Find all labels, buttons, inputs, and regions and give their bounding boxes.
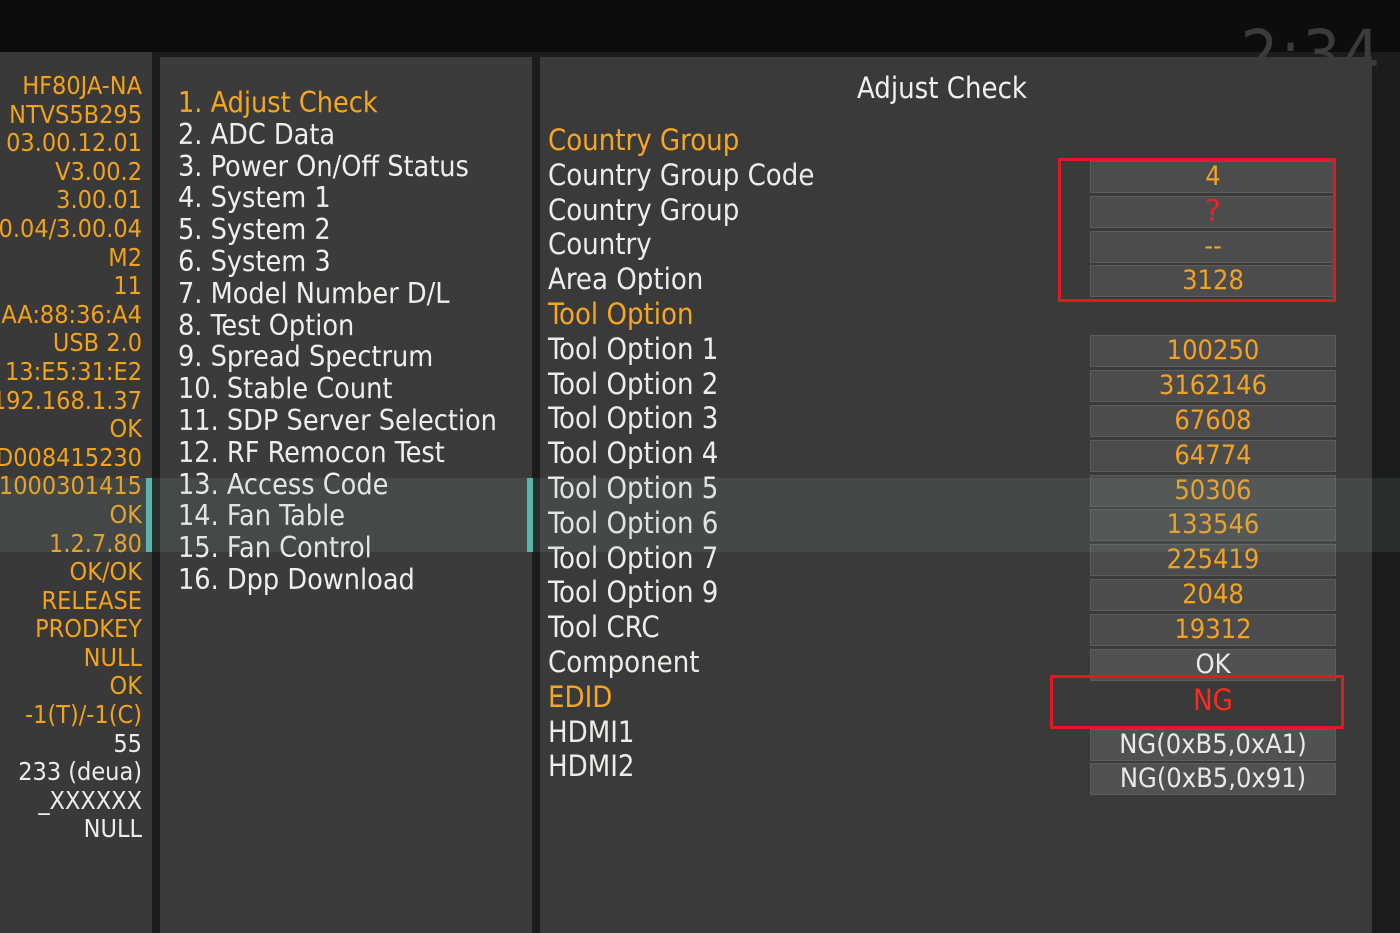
annotation-box-country: [1058, 158, 1336, 302]
field-label: HDMI2: [548, 749, 635, 784]
field-label: Tool Option 5: [548, 470, 719, 505]
field-label: Area Option: [548, 262, 704, 297]
service-menu: 1. Adjust Check 2. ADC Data 3. Power On/…: [178, 87, 497, 596]
selection-edge: [146, 478, 152, 552]
menu-item-adjust-check[interactable]: 1. Adjust Check: [178, 87, 497, 119]
field-label: Tool Option 4: [548, 436, 719, 471]
tool-option-1-value: 100250: [1090, 335, 1336, 367]
field-label: Country: [548, 227, 652, 262]
info-value: OK: [109, 414, 142, 444]
info-list: HF80JA-NA NTVS5B295 03.00.12.01 V3.00.2 …: [0, 71, 142, 844]
field-labels: Country Group Country Group Code Country…: [548, 123, 814, 784]
menu-item-system-3[interactable]: 6. System 3: [178, 246, 497, 278]
field-label: Tool CRC: [548, 610, 660, 645]
info-value: -1(T)/-1(C): [25, 700, 142, 730]
info-value: 13:E5:31:E2: [5, 356, 142, 386]
tool-option-4-value: 64774: [1090, 440, 1336, 472]
menu-item-test-option[interactable]: 8. Test Option: [178, 309, 497, 342]
tool-option-2-value: 3162146: [1090, 370, 1336, 402]
tool-option-7-value: 225419: [1090, 544, 1336, 576]
top-bar: [0, 0, 1400, 52]
menu-item-adc-data[interactable]: 2. ADC Data: [178, 118, 497, 151]
info-value: NULL: [83, 814, 142, 844]
section-header: Country Group: [548, 123, 740, 157]
menu-item-spread-spectrum[interactable]: 9. Spread Spectrum: [178, 341, 497, 373]
info-value: OK: [109, 499, 142, 529]
menu-item-dpp-download[interactable]: 16. Dpp Download: [178, 564, 497, 596]
hdmi1-value: NG(0xB5,0xA1): [1090, 729, 1336, 761]
menu-item-rf-remocon[interactable]: 12. RF Remocon Test: [178, 436, 497, 469]
info-value: 11: [113, 271, 142, 301]
menu-item-sdp-server[interactable]: 11. SDP Server Selection: [178, 405, 497, 437]
menu-item-model-number[interactable]: 7. Model Number D/L: [178, 277, 497, 310]
section-header: Tool Option: [548, 296, 694, 331]
info-panel: HF80JA-NA NTVS5B295 03.00.12.01 V3.00.2 …: [0, 52, 152, 933]
selection-edge: [527, 478, 533, 552]
info-value: 3.00.01: [56, 185, 142, 215]
info-value: D008415230: [0, 442, 142, 472]
info-value: OK/OK: [69, 557, 142, 587]
info-value: M2: [108, 242, 142, 272]
info-value: 1000301415: [0, 471, 142, 501]
info-value: 55: [113, 728, 142, 758]
info-value: 233 (deua): [18, 757, 142, 787]
info-value: 1.2.7.80: [49, 528, 142, 558]
info-value: 0.04/3.00.04: [0, 213, 142, 243]
menu-item-power-status[interactable]: 3. Power On/Off Status: [178, 150, 497, 183]
menu-item-stable-count[interactable]: 10. Stable Count: [178, 373, 497, 405]
tool-option-6-value: 133546: [1090, 509, 1336, 541]
info-value: RELEASE: [41, 585, 142, 615]
tool-option-3-value: 67608: [1090, 405, 1336, 437]
field-label: Country Group: [548, 192, 740, 227]
tool-option-5-value: 50306: [1090, 475, 1336, 507]
field-label: Tool Option 3: [548, 401, 719, 436]
field-label: Tool Option 7: [548, 540, 719, 575]
info-value: HF80JA-NA: [22, 71, 142, 100]
field-label: Tool Option 2: [548, 366, 719, 401]
field-label: HDMI1: [548, 714, 635, 749]
info-value: AA:88:36:A4: [1, 299, 142, 329]
menu-panel: 1. Adjust Check 2. ADC Data 3. Power On/…: [160, 57, 532, 933]
info-value: USB 2.0: [52, 328, 142, 358]
info-value: NULL: [83, 642, 142, 672]
field-label: Tool Option 1: [548, 331, 719, 366]
info-value: PRODKEY: [35, 614, 142, 644]
menu-item-fan-control[interactable]: 15. Fan Control: [178, 532, 497, 564]
hdmi2-value: NG(0xB5,0x91): [1090, 763, 1336, 795]
info-value: V3.00.2: [55, 156, 142, 186]
info-value: 192.168.1.37: [0, 385, 142, 415]
menu-item-system-1[interactable]: 4. System 1: [178, 182, 497, 214]
tool-crc-value: 19312: [1090, 614, 1336, 646]
field-label: Component: [548, 644, 700, 679]
menu-item-fan-table[interactable]: 14. Fan Table: [178, 500, 497, 532]
menu-item-access-code[interactable]: 13. Access Code: [178, 468, 497, 501]
info-value: 03.00.12.01: [6, 128, 142, 158]
tool-option-9-value: 2048: [1090, 579, 1336, 611]
info-value: OK: [109, 671, 142, 701]
section-header: EDID: [548, 679, 613, 714]
field-label: Tool Option 9: [548, 575, 719, 610]
menu-item-system-2[interactable]: 5. System 2: [178, 214, 497, 246]
field-label: Country Group Code: [548, 157, 815, 192]
field-label: Tool Option 6: [548, 505, 719, 540]
annotation-box-edid: [1050, 675, 1344, 729]
info-value: _XXXXXX: [38, 785, 142, 815]
info-value: NTVS5B295: [9, 99, 142, 129]
panel-title: Adjust Check: [856, 71, 1028, 105]
